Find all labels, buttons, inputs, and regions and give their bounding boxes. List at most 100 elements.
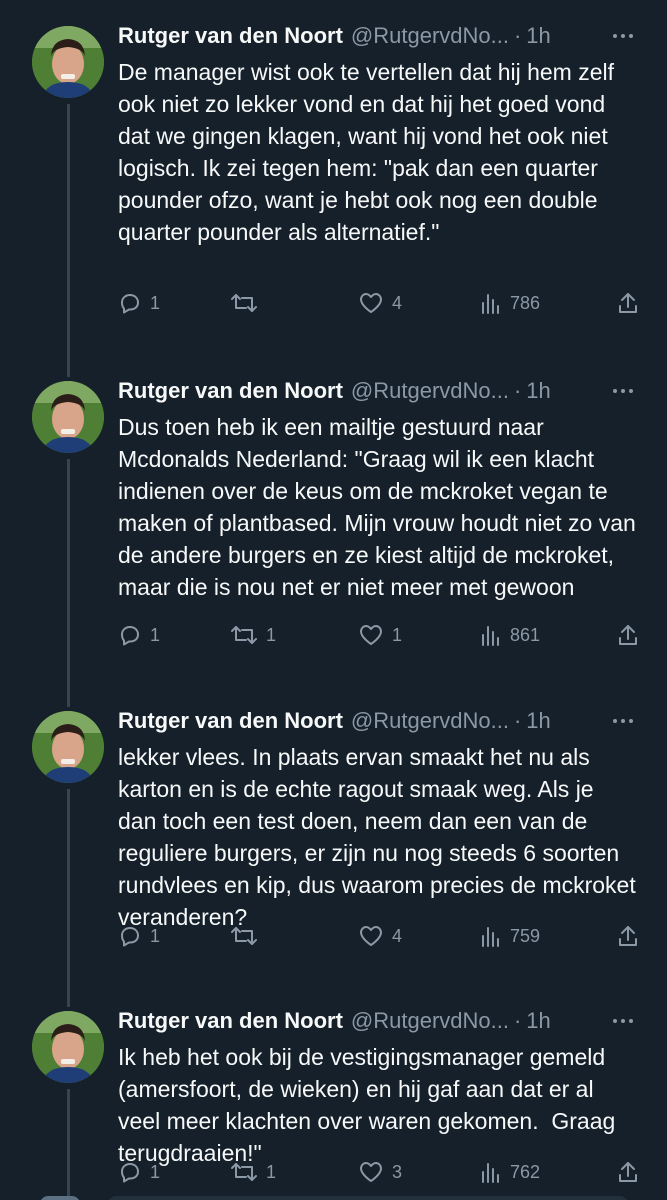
share-icon [619,1162,637,1182]
reply-icon [121,294,139,314]
reply-count: 1 [150,1161,161,1182]
avatar[interactable] [32,1011,104,1083]
author-name[interactable]: Rutger van den Noort [118,23,343,49]
retweet-button[interactable] [230,921,266,951]
share-button[interactable] [617,921,639,951]
avatar[interactable] [32,381,104,453]
tweet-text: Ik heb het ook bij de vestigingsmanager … [118,1044,622,1166]
thread-connector [67,104,70,377]
author-handle[interactable]: @RutgervdNo... [351,708,509,734]
tweet[interactable]: Rutger van den Noort @RutgervdNo... · 1h… [0,0,667,377]
retweet-button[interactable]: 1 [230,1157,276,1187]
timestamp[interactable]: 1h [526,23,550,49]
thread-connector [67,459,70,707]
retweet-icon [231,294,257,312]
tweet-thread: Rutger van den Noort @RutgervdNo... · 1h… [0,0,667,1200]
more-icon[interactable] [609,22,637,50]
thread-connector [67,789,70,1007]
timestamp[interactable]: 1h [526,1008,550,1034]
tweet-header: Rutger van den Noort @RutgervdNo... · 1h [118,1005,637,1037]
like-count: 3 [392,1161,403,1182]
views-button[interactable]: 759 [480,921,540,951]
more-icon[interactable] [609,377,637,405]
retweet-icon [231,626,257,644]
heart-icon [360,926,382,946]
composer-avatar[interactable] [40,1196,80,1200]
reply-icon [121,1163,139,1183]
reply-button[interactable]: 1 [118,620,160,650]
reply-button[interactable]: 1 [118,1157,160,1187]
reply-input[interactable] [108,1196,628,1200]
retweet-button[interactable] [230,288,266,318]
reply-button[interactable]: 1 [118,921,160,951]
share-icon [619,293,637,313]
thread-connector [67,1089,70,1200]
reply-icon [121,927,139,947]
views-count: 861 [510,624,541,645]
reply-count: 1 [150,292,161,313]
views-count: 759 [510,925,541,946]
reply-count: 1 [150,624,161,645]
author-name[interactable]: Rutger van den Noort [118,378,343,404]
like-count: 4 [392,925,403,946]
separator: · [513,378,522,403]
tweet-header: Rutger van den Noort @RutgervdNo... · 1h [118,375,637,407]
views-button[interactable]: 786 [480,288,540,318]
timestamp[interactable]: 1h [526,378,550,404]
like-button[interactable]: 3 [358,1157,402,1187]
views-button[interactable]: 861 [480,620,540,650]
retweet-button[interactable]: 1 [230,620,276,650]
more-icon[interactable] [609,1007,637,1035]
reply-button[interactable]: 1 [118,288,160,318]
tweet-header: Rutger van den Noort @RutgervdNo... · 1h [118,705,637,737]
share-icon [619,625,637,645]
author-handle[interactable]: @RutgervdNo... [351,23,509,49]
views-count: 786 [510,292,541,313]
like-button[interactable]: 4 [358,921,402,951]
tweet[interactable]: Rutger van den Noort @RutgervdNo... · 1h… [0,685,667,1007]
views-icon [482,294,499,314]
avatar[interactable] [32,26,104,98]
more-icon[interactable] [609,707,637,735]
views-icon [482,927,499,947]
separator: · [513,23,522,48]
avatar[interactable] [32,711,104,783]
retweet-icon [231,1163,257,1181]
retweet-icon [231,927,257,945]
separator: · [513,1008,522,1033]
share-button[interactable] [617,1157,639,1187]
author-name[interactable]: Rutger van den Noort [118,1008,343,1034]
tweet-text: De manager wist ook te vertellen dat hij… [118,59,621,245]
heart-icon [360,293,382,313]
author-name[interactable]: Rutger van den Noort [118,708,343,734]
tweet-text: Dus toen heb ik een mailtje gestuurd naa… [118,414,643,600]
timestamp[interactable]: 1h [526,708,550,734]
author-handle[interactable]: @RutgervdNo... [351,1008,509,1034]
retweet-count: 1 [266,624,277,645]
tweet[interactable]: Rutger van den Noort @RutgervdNo... · 1h… [0,355,667,707]
like-count: 1 [392,624,403,645]
reply-composer-edge [0,1192,667,1200]
retweet-count: 1 [266,1161,277,1182]
like-count: 4 [392,292,403,313]
heart-icon [360,1162,382,1182]
tweet[interactable]: Rutger van den Noort @RutgervdNo... · 1h… [0,985,667,1200]
share-icon [619,926,637,946]
tweet-header: Rutger van den Noort @RutgervdNo... · 1h [118,20,637,52]
share-button[interactable] [617,620,639,650]
tweet-actions: 1 1 3 762 [118,1157,639,1187]
author-handle[interactable]: @RutgervdNo... [351,378,509,404]
reply-icon [121,626,139,646]
tweet-text: lekker vlees. In plaats ervan smaakt het… [118,744,643,930]
tweet-actions: 1 4 786 [118,288,639,318]
views-icon [482,626,499,646]
views-count: 762 [510,1161,541,1182]
tweet-actions: 1 4 759 [118,921,639,951]
heart-icon [360,625,382,645]
like-button[interactable]: 4 [358,288,402,318]
reply-count: 1 [150,925,161,946]
like-button[interactable]: 1 [358,620,402,650]
separator: · [513,708,522,733]
views-button[interactable]: 762 [480,1157,540,1187]
share-button[interactable] [617,288,639,318]
